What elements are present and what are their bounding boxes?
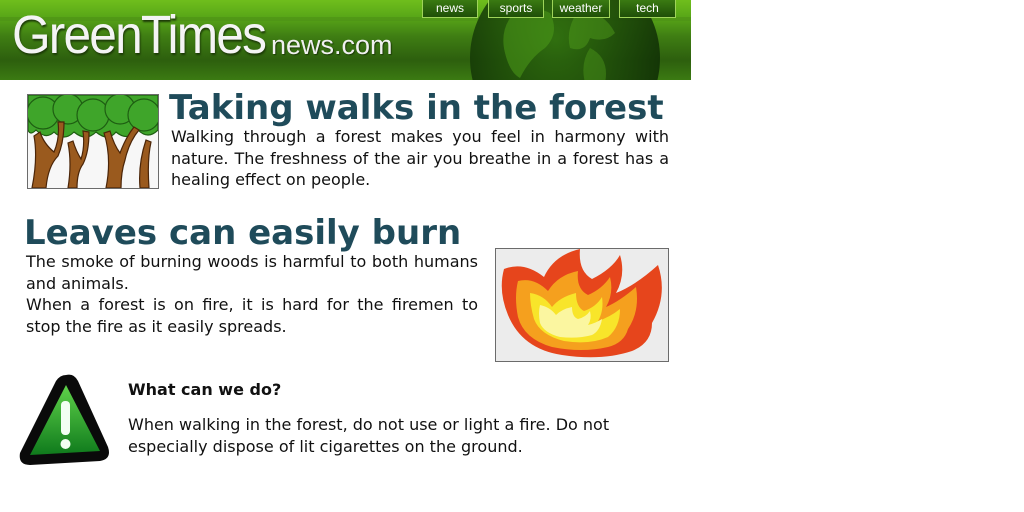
forest-image [27,94,159,189]
article-2-text-1: The smoke of burning woods is harmful to… [26,252,478,293]
fire-icon [501,249,662,358]
article-1-title: Taking walks in the forest [169,88,664,128]
warning-icon [19,374,109,465]
nav-weather[interactable]: weather [552,0,610,18]
logo-main-text: GreenTimes [12,5,267,65]
article-2-title: Leaves can easily burn [24,213,462,253]
site-logo[interactable]: GreenTimes [12,4,287,66]
nav-news[interactable]: news [422,0,478,18]
trees-icon [28,95,158,188]
logo-sub-text: news.com [271,30,393,60]
nav-tech[interactable]: tech [619,0,676,18]
tip-text: When walking in the forest, do not use o… [128,415,610,456]
site-header: GreenTimes news.com news sports weather … [0,0,691,80]
fire-image [495,248,669,362]
article-1-text: Walking through a forest makes you feel … [171,127,669,189]
nav-sports[interactable]: sports [488,0,544,18]
tip-heading: What can we do? [128,380,282,399]
article-2-text-2: When a forest is on fire, it is hard for… [26,295,478,336]
